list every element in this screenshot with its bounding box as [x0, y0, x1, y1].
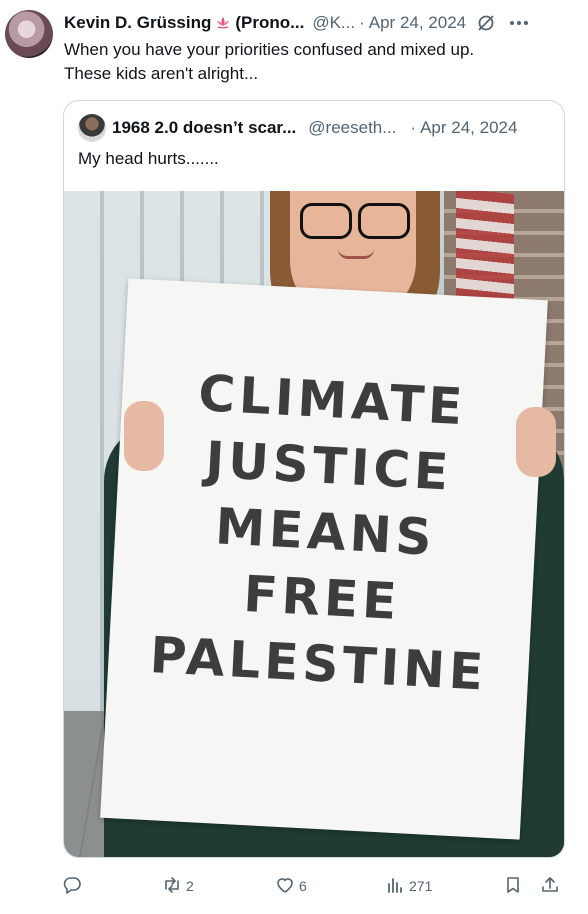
views-count: 271: [409, 878, 433, 894]
quote-photo[interactable]: CLIMATE JUSTICE MEANS FREE PALESTINE: [64, 191, 564, 857]
reply-icon: [62, 875, 82, 898]
tweet-date[interactable]: Apr 24, 2024: [369, 13, 466, 33]
author-name-suffix[interactable]: (Prono...: [235, 13, 304, 33]
tweet: Kevin D. Grüssing (Prono... @K... · Apr …: [0, 0, 588, 914]
separator-dot: ·: [359, 13, 365, 32]
quoted-tweet[interactable]: 1968 2.0 doesn’t scar... @reeseth... · A…: [63, 100, 565, 858]
protest-sign: CLIMATE JUSTICE MEANS FREE PALESTINE: [100, 278, 548, 840]
quote-author-handle[interactable]: @reeseth...: [308, 118, 396, 138]
tweet-text-line: When you have your priorities confused a…: [64, 40, 475, 59]
person-hand-right: [516, 407, 556, 477]
flag-background: [456, 191, 514, 305]
share-icon: [540, 875, 560, 898]
sign-text: CLIMATE JUSTICE MEANS FREE PALESTINE: [107, 356, 544, 708]
separator-dot: ·: [410, 118, 417, 137]
bookmark-icon: [503, 875, 523, 898]
person-glasses: [300, 203, 410, 239]
author-name[interactable]: Kevin D. Grüssing: [64, 13, 211, 33]
heart-icon: [275, 875, 295, 898]
share-button[interactable]: [540, 875, 564, 898]
author-avatar[interactable]: [5, 10, 53, 58]
lotus-icon: [215, 15, 231, 31]
quote-text: My head hurts.......: [78, 149, 219, 168]
person-smile: [338, 249, 374, 259]
reply-button[interactable]: [62, 875, 162, 898]
quote-author-name[interactable]: 1968 2.0 doesn’t scar...: [112, 118, 296, 138]
quote-author-avatar[interactable]: [78, 114, 106, 142]
quote-date[interactable]: Apr 24, 2024: [420, 118, 517, 138]
tweet-text-line: These kids aren't alright...: [64, 64, 259, 83]
author-handle[interactable]: @K...: [312, 13, 355, 33]
views-icon: [385, 875, 405, 898]
like-count: 6: [299, 878, 307, 894]
grok-icon[interactable]: [476, 13, 496, 33]
retweet-button[interactable]: 2: [162, 875, 275, 898]
views-button[interactable]: 271: [385, 875, 503, 898]
like-button[interactable]: 6: [275, 875, 385, 898]
more-icon[interactable]: [508, 13, 530, 33]
person-hand-left: [124, 401, 164, 471]
tweet-header: Kevin D. Grüssing (Prono... @K... · Apr …: [64, 12, 582, 34]
tweet-text: When you have your priorities confused a…: [64, 38, 574, 86]
retweet-icon: [162, 875, 182, 898]
bookmark-button[interactable]: [503, 875, 540, 898]
action-bar: 2 6 271: [62, 872, 574, 900]
quote-header: 1968 2.0 doesn’t scar... @reeseth... · A…: [78, 114, 552, 142]
retweet-count: 2: [186, 878, 194, 894]
